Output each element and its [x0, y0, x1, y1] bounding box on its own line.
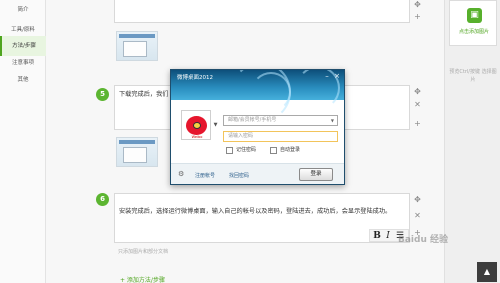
remember-checkbox[interactable] — [226, 147, 233, 154]
delete-icon[interactable]: ✕ — [413, 211, 422, 220]
dialog-footer: ⚙ 注册帐号 找回密码 登录 — [171, 163, 344, 184]
close-icon[interactable]: × — [333, 72, 341, 80]
chevron-down-icon[interactable]: ▼ — [212, 117, 219, 133]
upload-image-button[interactable]: ▣ 点击添加图片 — [449, 0, 497, 46]
delete-icon[interactable]: ✕ — [413, 100, 422, 109]
add-icon[interactable]: + — [413, 119, 422, 128]
minimize-icon[interactable]: – — [323, 72, 331, 80]
add-icon[interactable]: + — [413, 12, 422, 21]
auto-login-checkbox[interactable] — [270, 147, 277, 154]
login-button[interactable]: 登录 — [299, 168, 333, 181]
left-nav: 简介 工具/原料 方法/步骤 注意事项 其他 — [0, 0, 46, 283]
add-step-button[interactable]: + 添加方法/步骤 — [120, 275, 165, 283]
step-number-badge: 6 — [96, 193, 109, 206]
upload-tip: 预览Ctrl/按键 选择图片 — [449, 69, 497, 83]
remember-label[interactable]: 记住密码 — [236, 146, 256, 153]
dialog-title: 微博桌面2012 — [177, 75, 213, 81]
step-image-thumb[interactable] — [116, 137, 158, 167]
step-number-badge: 5 — [96, 88, 109, 101]
weibo-logo-icon — [186, 116, 207, 135]
watermark: Baidu 经验 — [398, 235, 449, 245]
nav-item-other[interactable]: 其他 — [0, 70, 46, 90]
account-placeholder: 邮箱/会员帐号/手机号 — [228, 117, 277, 123]
back-to-top-button[interactable]: ▲ — [477, 262, 497, 282]
password-input[interactable]: 请输入密码 — [223, 131, 338, 142]
avatar: Weibo — [181, 110, 211, 140]
forgot-password-link[interactable]: 找回密码 — [229, 172, 249, 179]
step-card-6[interactable] — [114, 193, 410, 243]
nav-item-intro[interactable]: 简介 — [0, 0, 46, 20]
step-card-prev[interactable] — [114, 0, 410, 23]
move-icon[interactable]: ✥ — [413, 0, 422, 9]
account-input[interactable]: 邮箱/会员帐号/手机号 ▼ — [223, 115, 338, 126]
bold-button[interactable]: B — [372, 231, 382, 241]
move-icon[interactable]: ✥ — [413, 87, 422, 96]
register-link[interactable]: 注册帐号 — [195, 172, 215, 179]
weibo-login-dialog: 微博桌面2012 – × Weibo ▼ 邮箱/会员帐号/手机号 ▼ 请输入密码… — [170, 69, 345, 185]
auto-login-label[interactable]: 自动登录 — [280, 146, 300, 153]
italic-button[interactable]: I — [383, 231, 393, 241]
dialog-header: 微博桌面2012 – × — [171, 70, 344, 122]
right-panel: ▣ 点击添加图片 预览Ctrl/按键 选择图片 — [444, 0, 500, 283]
avatar-caption: Weibo — [191, 135, 203, 139]
upload-label: 点击添加图片 — [458, 29, 489, 35]
picture-icon: ▣ — [467, 8, 482, 23]
password-placeholder: 请输入密码 — [228, 133, 254, 139]
upload-hint: 只添加图片和部分文档 — [118, 249, 169, 255]
move-icon[interactable]: ✥ — [413, 195, 422, 204]
step-text-6[interactable]: 安装完成后，选择运行微博桌面，输入自己的帐号以及密码，登陆进去，成功后，会显示登… — [119, 207, 404, 217]
gear-icon[interactable]: ⚙ — [178, 170, 184, 178]
chevron-down-icon[interactable]: ▼ — [331, 116, 334, 125]
step-image-thumb[interactable] — [116, 31, 158, 61]
